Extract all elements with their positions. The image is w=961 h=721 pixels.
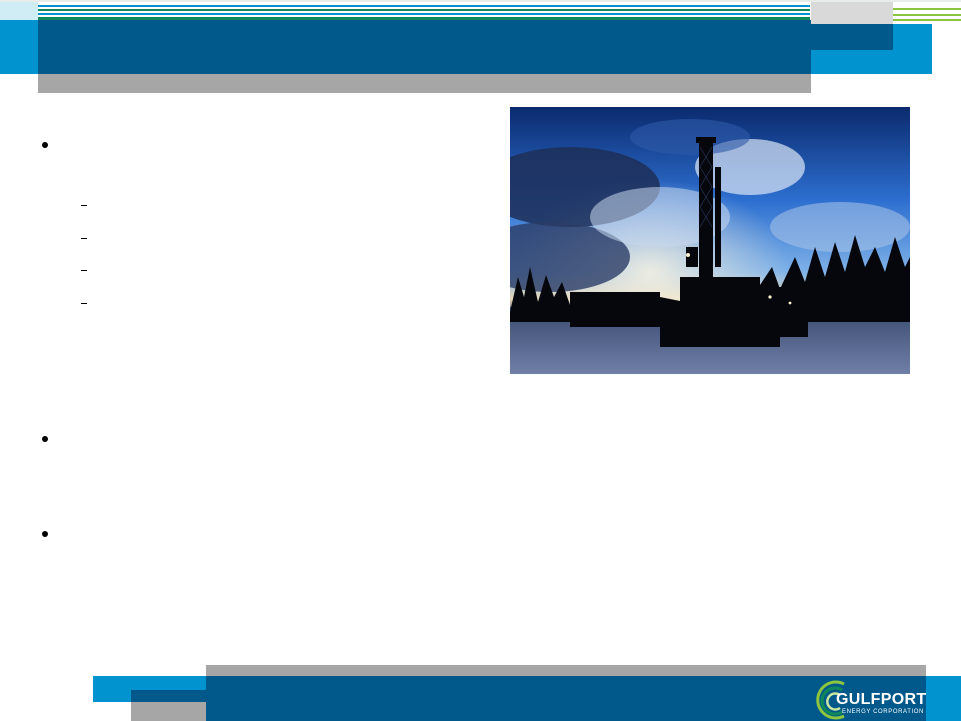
bullet-marker bbox=[42, 142, 48, 148]
logo-tagline: ENERGY CORPORATION bbox=[842, 709, 924, 715]
header-stripe-blue-2 bbox=[38, 13, 810, 15]
header-right-gray-block bbox=[811, 2, 893, 24]
footer-band-light-right bbox=[926, 676, 961, 721]
footer-gray-bar-top bbox=[206, 665, 926, 676]
header-right-green-stripe-1 bbox=[893, 8, 961, 10]
header-band-light-right-top bbox=[893, 24, 932, 50]
header-band-light-left bbox=[0, 20, 38, 74]
header-right-green-stripe-3 bbox=[893, 19, 961, 21]
header-stripe-left-light bbox=[0, 2, 38, 20]
sub-bullet-marker bbox=[81, 303, 87, 304]
header-band-dark-right bbox=[811, 24, 893, 50]
header-stripe-blue-1 bbox=[38, 5, 810, 7]
header-right-green-stripe-2 bbox=[893, 14, 961, 16]
gulfport-logo: GULFPORT ENERGY CORPORATION bbox=[814, 678, 927, 720]
sub-bullet-marker bbox=[81, 238, 87, 239]
bullet-marker bbox=[42, 531, 48, 537]
header-band-light-right bbox=[811, 50, 932, 74]
title-band bbox=[38, 20, 811, 74]
header-stripe-green-1 bbox=[38, 9, 810, 11]
footer-band-dark-left bbox=[131, 690, 206, 702]
header-gray-bar bbox=[38, 74, 811, 93]
drilling-rig-photo bbox=[510, 107, 910, 374]
bullet-marker bbox=[42, 436, 48, 442]
sub-bullet-marker bbox=[81, 205, 87, 206]
sub-bullet-marker bbox=[81, 270, 87, 271]
logo-name: GULFPORT bbox=[836, 691, 927, 708]
footer-gray-bar-bottom bbox=[131, 702, 206, 721]
